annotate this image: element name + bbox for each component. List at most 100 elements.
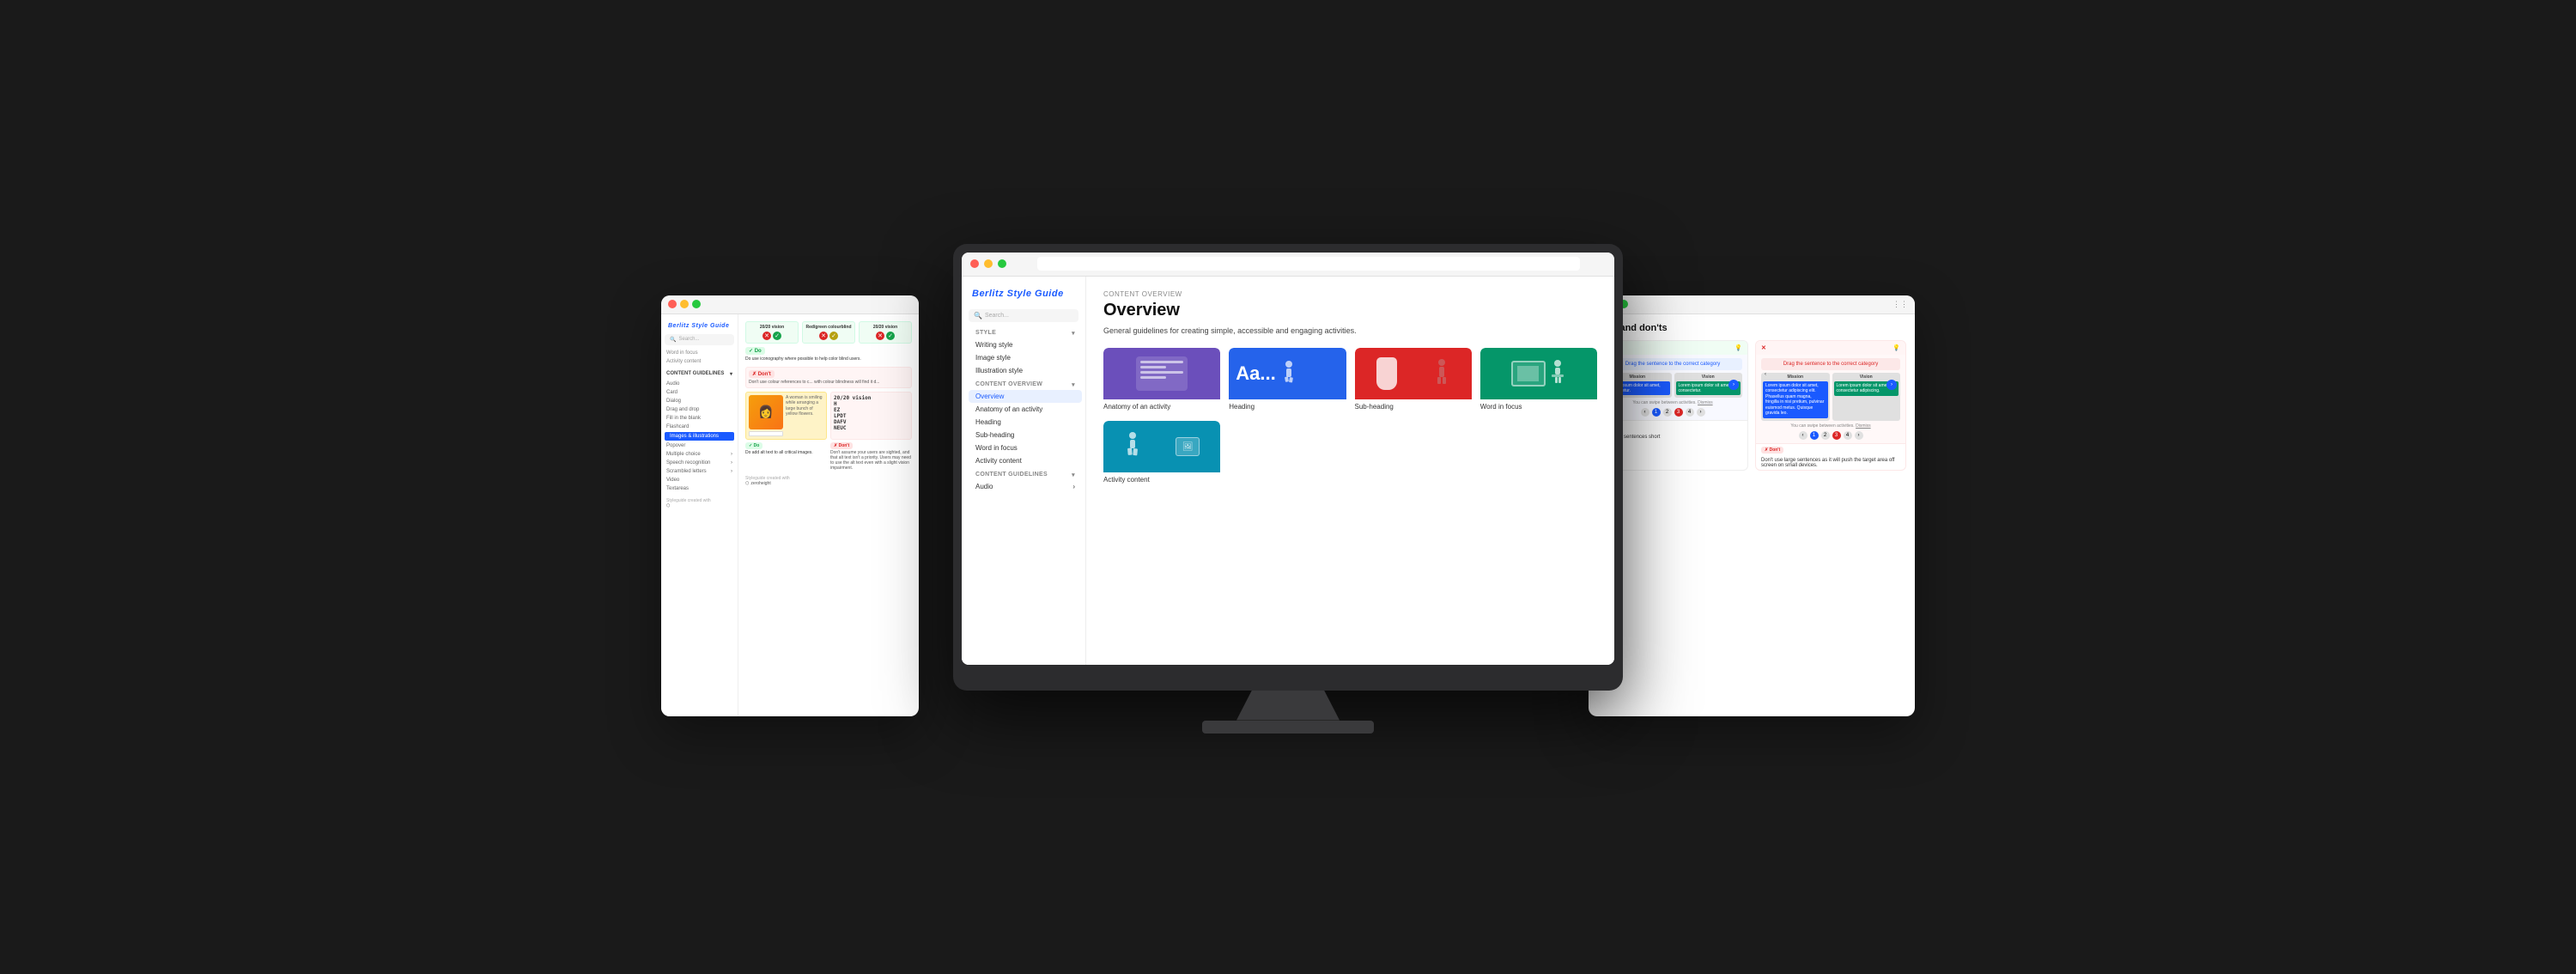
word-focus-link[interactable]: Word in focus — [975, 441, 1075, 454]
vision-label-dont: Vision — [1834, 374, 1899, 380]
page4-dont[interactable]: 4 — [1844, 431, 1852, 440]
writing-style-link[interactable]: Writing style — [975, 338, 1075, 351]
overview-link[interactable]: Overview — [969, 390, 1082, 403]
zeroheight-badge: ⬡ — [666, 503, 732, 508]
chevron-down-icon: ▾ — [730, 371, 732, 377]
monitor-dot-red — [970, 259, 979, 268]
style-section: STYLE ▾ Writing style Image style Illust… — [962, 326, 1085, 377]
dont-footer-1: ✗ Don't — [1756, 443, 1905, 456]
dos-donts-grid: ✕ 💡 Drag the sentence to the correct cat… — [1597, 340, 1906, 471]
do-dont-labels-2: ✓ Do ✗ Don't — [745, 442, 912, 449]
drag-columns-dont: ‹ Mission Lorem ipsum dolor sit amet, co… — [1761, 373, 1900, 421]
subheading-label: Sub-heading — [1355, 399, 1472, 412]
page4-do[interactable]: 4 — [1686, 408, 1694, 417]
left-arrow-dont[interactable]: ‹ — [1765, 372, 1766, 377]
monitor-base — [1202, 721, 1374, 734]
dismiss-do[interactable]: Dismiss — [1698, 400, 1713, 405]
lw-footer: Styleguide created with ⬡ — [661, 493, 738, 510]
word-focus-card[interactable]: Word in focus — [1480, 348, 1597, 412]
drag-prompt-dont: Drag the sentence to the correct categor… — [1761, 358, 1900, 370]
next-page-dont[interactable]: › — [1855, 431, 1863, 440]
chevron-right-icon: › — [731, 460, 732, 466]
left-sidebar: Berlitz Style Guide 🔍 Search... Word in … — [661, 314, 738, 716]
heading-card[interactable]: Aa... — [1229, 348, 1346, 412]
x-circle-cb: ✕ — [819, 332, 828, 340]
vision-card-1: 20/20 vision ✕ ✓ — [745, 321, 799, 344]
lw-popover[interactable]: Popover — [661, 441, 738, 450]
search-icon: 🔍 — [670, 337, 676, 343]
close-icon-dont: ✕ — [1761, 344, 1766, 351]
lw-fill[interactable]: Fill in the blank — [661, 414, 738, 423]
page2-dont[interactable]: 2 — [1821, 431, 1830, 440]
page3-dont[interactable]: 3 — [1832, 431, 1841, 440]
image-style-link[interactable]: Image style — [975, 351, 1075, 364]
url-bar[interactable] — [1037, 257, 1580, 271]
do-dont-text-2: Do add alt text to all critical images. … — [745, 450, 912, 471]
lw-speech[interactable]: Speech recognition › — [661, 459, 738, 467]
page2-do[interactable]: 2 — [1663, 408, 1672, 417]
content-overview-chevron-icon: ▾ — [1072, 381, 1075, 388]
vision-row-1: 20/20 vision ✕ ✓ Red/green colourblind ✕… — [745, 321, 912, 344]
style-header: STYLE ▾ — [975, 326, 1075, 338]
heading-inner: Aa... — [1229, 356, 1346, 392]
content-guidelines-section: CONTENT GUIDELINES ▾ Audio › — [962, 467, 1085, 493]
dismiss-dont[interactable]: Dismiss — [1856, 423, 1871, 429]
prev-page-do[interactable]: ‹ — [1641, 408, 1649, 417]
page1-do[interactable]: 1 — [1652, 408, 1661, 417]
word-focus-thumb — [1480, 348, 1597, 399]
lw-card[interactable]: Card — [661, 388, 738, 397]
audio-link[interactable]: Audio › — [975, 480, 1075, 493]
subheading-card[interactable]: Sub-heading — [1355, 348, 1472, 412]
lw-footer-main: Styleguide created with ⬡ zeroheight — [745, 471, 912, 488]
lw-multiple[interactable]: Multiple choice › — [661, 450, 738, 459]
settings-icon: ⋮⋮ — [1893, 300, 1908, 309]
sitting-person — [1549, 360, 1566, 388]
lw-audio[interactable]: Audio — [661, 380, 738, 388]
lw-video[interactable]: Video — [661, 476, 738, 484]
right-arrow-dont[interactable]: › — [1886, 380, 1897, 390]
mission-item-dont: Lorem ipsum dolor sit amet, consectetur … — [1763, 381, 1828, 418]
page3-do[interactable]: 3 — [1674, 408, 1683, 417]
next-page-do[interactable]: › — [1697, 408, 1705, 417]
drag-title-dont: Drag the sentence to the correct categor… — [1765, 362, 1897, 367]
vision-icons-2: ✕ ✓ — [862, 332, 908, 340]
activity-content-card[interactable]: 🖼 Activity content — [1103, 421, 1220, 485]
anatomy-inner — [1136, 356, 1188, 391]
lw-dialog[interactable]: Dialog — [661, 397, 738, 405]
activity-content-link[interactable]: Activity content — [975, 454, 1075, 467]
content-label: CONTENT OVERVIEW — [1103, 290, 1597, 298]
dont-label-1: ✗ Don't — [749, 370, 908, 378]
illustration-style-link[interactable]: Illustration style — [975, 364, 1075, 377]
lw-scrambled[interactable]: Scrambled letters › — [661, 467, 738, 476]
page1-dont[interactable]: 1 — [1810, 431, 1819, 440]
sidebar-logo: Berlitz Style Guide — [962, 283, 1085, 306]
prev-page-dont[interactable]: ‹ — [1799, 431, 1807, 440]
main-monitor: Berlitz Style Guide 🔍 Search... STYLE ▾ … — [953, 244, 1623, 691]
lw-flashcard[interactable]: Flashcard — [661, 423, 738, 431]
check-circle-cb: ✓ — [829, 332, 838, 340]
sidebar-search[interactable]: 🔍 Search... — [969, 309, 1078, 322]
aa-text: Aa... — [1236, 362, 1275, 385]
anatomy-link[interactable]: Anatomy of an activity — [975, 403, 1075, 416]
lw-drag[interactable]: Drag and drop — [661, 405, 738, 414]
heading-figure — [1281, 360, 1297, 388]
heading-thumb: Aa... — [1229, 348, 1346, 399]
heading-link[interactable]: Heading — [975, 416, 1075, 429]
chevron-right-icon: › — [731, 452, 732, 457]
chevron-right-icon: › — [731, 469, 732, 474]
activity-person — [1124, 431, 1141, 463]
anatomy-card[interactable]: Anatomy of an activity — [1103, 348, 1220, 412]
heading-label: Heading — [1229, 399, 1346, 412]
woman-desc: A woman is smiling while arranging a lar… — [786, 395, 823, 417]
lw-search[interactable]: 🔍 Search... — [665, 334, 734, 345]
lightbulb-icon-dont: 💡 — [1893, 344, 1900, 351]
line2 — [1140, 366, 1166, 368]
subheading-link[interactable]: Sub-heading — [975, 429, 1075, 441]
left-window: Berlitz Style Guide 🔍 Search... Word in … — [661, 295, 919, 716]
lw-images-active[interactable]: Images & illustrations — [665, 432, 734, 441]
lw-textareas[interactable]: Textareas — [661, 484, 738, 493]
dont-section-1: ✗ Don't Don't use colour references to c… — [745, 367, 912, 388]
zeroheight-main: ⬡ zeroheight — [745, 481, 912, 486]
right-arrow-do[interactable]: › — [1728, 380, 1739, 390]
dont-text-2: Don't assume your users are sighted, and… — [830, 450, 912, 471]
